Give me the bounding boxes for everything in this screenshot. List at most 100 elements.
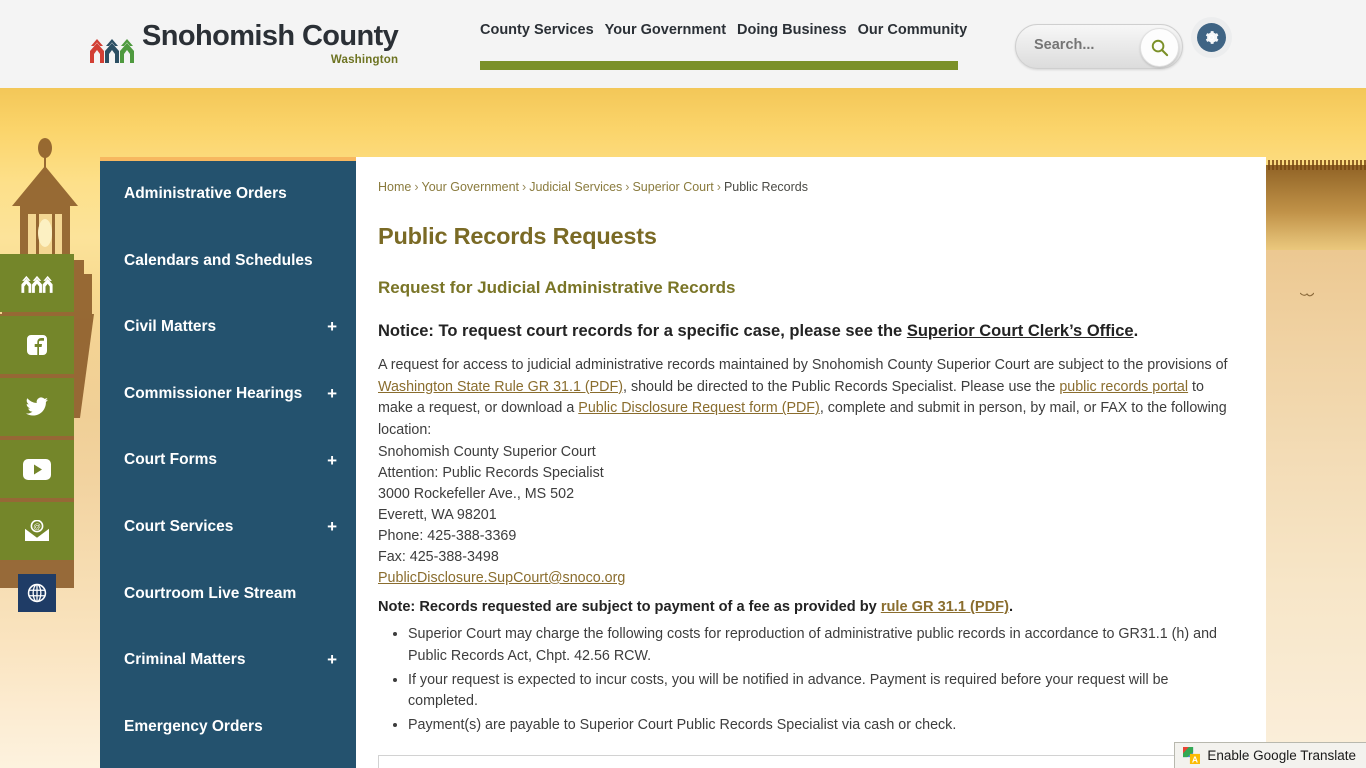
social-twitter-button[interactable] — [0, 378, 74, 436]
logo-title: Snohomish County — [142, 20, 399, 52]
notice-prefix: Notice: To request court records for a s… — [378, 322, 907, 341]
list-item: If your request is expected to incur cos… — [408, 670, 1236, 713]
main-content: Home › Your Government › Judicial Services › S… — [356, 157, 1266, 768]
sidebar-item-label: Criminal Matters — [124, 651, 246, 669]
social-youtube-button[interactable] — [0, 440, 74, 498]
table-row: Fees for Records: Records collections, r… — [379, 755, 1246, 768]
breadcrumb-item-home[interactable]: Home — [378, 180, 411, 194]
expand-plus-icon[interactable]: + — [327, 450, 337, 470]
fees-table: Fees for Records: Records collections, r… — [378, 754, 1246, 768]
fees-table-label: Fees for Records: — [379, 755, 778, 768]
list-item: Payment(s) are payable to Superior Court… — [408, 715, 1236, 737]
search-box — [1015, 24, 1183, 69]
globe-translate-icon — [27, 583, 47, 603]
sidebar-item-court-forms[interactable]: Court Forms + — [100, 427, 356, 494]
paragraph-part-2: , should be directed to the Public Recor… — [623, 378, 1060, 395]
search-input[interactable] — [1034, 37, 1144, 53]
sidebar-item-label: Emergency Orders — [124, 717, 263, 735]
expand-plus-icon[interactable]: + — [327, 650, 337, 670]
sidebar-item-label: Commissioner Hearings — [124, 384, 303, 402]
expand-plus-icon[interactable]: + — [327, 317, 337, 337]
paragraph-part-1: A request for access to judicial adminis… — [378, 356, 1228, 373]
washington-state-rule-link[interactable]: Washington State Rule GR 31.1 (PDF) — [378, 379, 623, 395]
intro-paragraph: A request for access to judicial adminis… — [378, 355, 1236, 442]
notice-line: Notice: To request court records for a s… — [378, 321, 1236, 342]
breadcrumb-separator: › — [716, 180, 721, 194]
nav-item-our-community[interactable]: Our Community — [858, 22, 968, 38]
search-icon — [1151, 39, 1169, 57]
address-line-fax: Fax: 425-388-3498 — [378, 548, 499, 565]
fee-note-suffix: . — [1008, 598, 1014, 615]
site-logo[interactable]: Snohomish County Washington — [88, 20, 399, 66]
background-bird-icon — [1300, 292, 1314, 297]
breadcrumb-item-your-government[interactable]: Your Government — [422, 180, 520, 194]
enable-google-translate-bar[interactable]: A Enable Google Translate — [1174, 742, 1366, 768]
address-line: Snohomish County Superior Court — [378, 443, 596, 460]
breadcrumb-item-judicial-services[interactable]: Judicial Services — [529, 180, 622, 194]
nav-underline-bar — [480, 61, 958, 70]
sidebar-item-label: Administrative Orders — [124, 185, 287, 202]
youtube-icon — [23, 458, 51, 480]
nav-item-doing-business[interactable]: Doing Business — [737, 22, 847, 38]
breadcrumb: Home › Your Government › Judicial Services › S… — [378, 179, 1236, 195]
sidebar-item-label: Court Forms — [124, 451, 217, 469]
social-translate-button[interactable] — [0, 564, 74, 622]
sidebar-item-label: Courtroom Live Stream — [124, 584, 297, 602]
address-line: Attention: Public Records Specialist — [378, 464, 604, 481]
search-button[interactable] — [1140, 28, 1179, 67]
sidebar-item-emergency-orders[interactable]: Emergency Orders — [100, 694, 356, 761]
fee-bullet-list: Superior Court may charge the following … — [378, 624, 1236, 737]
sidebar-item-criminal-matters[interactable]: Criminal Matters + — [100, 627, 356, 694]
breadcrumb-item-superior-court[interactable]: Superior Court — [632, 180, 713, 194]
notice-suffix: . — [1133, 322, 1139, 341]
sidebar-item-administrative-orders[interactable]: Administrative Orders — [100, 161, 356, 228]
primary-navigation: County Services Your Government Doing Bu… — [480, 22, 967, 70]
section-heading: Request for Judicial Administrative Reco… — [378, 278, 736, 298]
sidebar-item-court-services[interactable]: Court Services + — [100, 494, 356, 561]
section-sidebar-nav: Administrative Orders Calendars and Sche… — [100, 157, 356, 768]
svg-text:@: @ — [33, 522, 41, 531]
breadcrumb-separator: › — [522, 180, 527, 194]
breadcrumb-separator: › — [414, 180, 419, 194]
sidebar-item-courtroom-live-stream[interactable]: Courtroom Live Stream — [100, 561, 356, 628]
expand-plus-icon[interactable]: + — [327, 384, 337, 404]
sidebar-item-label: Calendars and Schedules — [124, 251, 313, 269]
nav-item-county-services[interactable]: County Services — [480, 22, 594, 38]
sidebar-item-calendars-and-schedules[interactable]: Calendars and Schedules — [100, 228, 356, 295]
sidebar-item-label: Court Services — [124, 517, 234, 535]
public-records-portal-link[interactable]: public records portal — [1059, 379, 1188, 395]
page-title: Public Records Requests — [378, 223, 657, 250]
public-disclosure-email-link[interactable]: PublicDisclosure.SupCourt@snoco.org — [378, 570, 625, 586]
email-line: PublicDisclosure.SupCourt@snoco.org — [378, 568, 1236, 589]
email-envelope-icon: @ — [24, 520, 50, 541]
social-facebook-button[interactable] — [0, 316, 74, 374]
google-translate-icon: A — [1183, 747, 1201, 764]
facebook-icon — [27, 335, 47, 355]
site-header: Snohomish County Washington County Servi… — [0, 0, 1366, 88]
sidebar-item-label: Civil Matters — [124, 318, 217, 336]
social-home-logo-button[interactable] — [0, 254, 74, 312]
sidebar-item-commissioner-hearings[interactable]: Commissioner Hearings + — [100, 361, 356, 428]
settings-button[interactable] — [1197, 23, 1226, 52]
social-media-rail: @ — [0, 254, 74, 626]
social-email-button[interactable]: @ — [0, 502, 74, 560]
breadcrumb-separator: › — [625, 180, 630, 194]
google-translate-label: Enable Google Translate — [1207, 748, 1356, 763]
expand-plus-icon[interactable]: + — [327, 517, 337, 537]
three-arrows-logo-icon — [90, 39, 134, 63]
sidebar-item-civil-matters[interactable]: Civil Matters + — [100, 294, 356, 361]
nav-item-your-government[interactable]: Your Government — [605, 22, 726, 38]
breadcrumb-item-current: Public Records — [723, 180, 809, 194]
list-item: Superior Court may charge the following … — [408, 624, 1236, 667]
address-line-phone: Phone: 425-388-3369 — [378, 527, 517, 544]
svg-text:A: A — [1192, 754, 1198, 764]
address-line: Everett, WA 98201 — [378, 506, 497, 523]
public-disclosure-request-form-link[interactable]: Public Disclosure Request form (PDF) — [578, 400, 820, 416]
twitter-icon — [26, 397, 48, 416]
rule-gr-31-1-link[interactable]: rule GR 31.1 (PDF) — [881, 599, 1009, 615]
fee-note: Note: Records requested are subject to p… — [378, 597, 1236, 617]
logo-subtitle: Washington — [330, 54, 399, 66]
superior-court-clerks-office-link[interactable]: Superior Court Clerk’s Office — [907, 322, 1134, 340]
fee-note-prefix: Note: Records requested are subject to p… — [378, 598, 881, 615]
snohomish-arrows-icon — [21, 275, 53, 293]
